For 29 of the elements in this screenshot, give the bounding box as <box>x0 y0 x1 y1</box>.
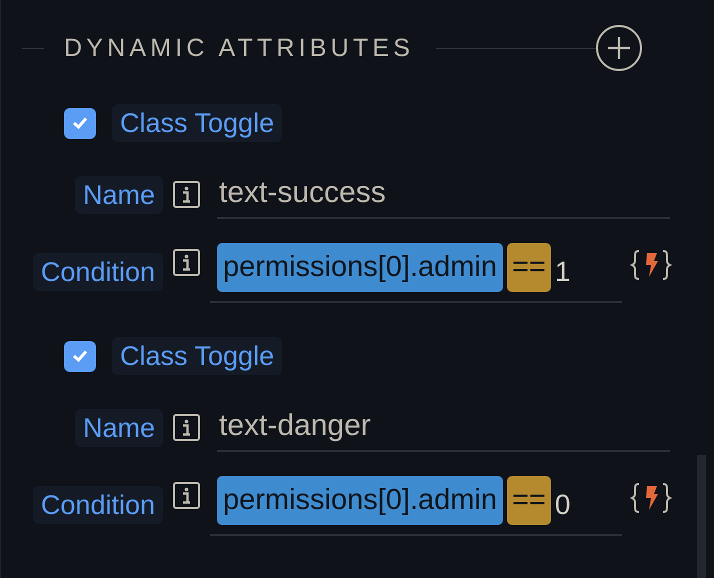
name-field[interactable]: text-danger <box>217 403 670 452</box>
condition-field[interactable]: permissions[0].admin == 0 <box>210 474 622 536</box>
braces-bolt-icon[interactable] <box>630 482 672 514</box>
field-label: Name <box>74 408 163 446</box>
info-icon[interactable] <box>173 482 200 509</box>
type-label: Class Toggle <box>112 104 282 142</box>
condition-field[interactable]: permissions[0].admin == 1 <box>210 241 622 303</box>
condition-value: 0 <box>554 488 570 522</box>
add-button[interactable] <box>596 25 642 71</box>
checkbox[interactable] <box>64 340 96 372</box>
variable-token: permissions[0].admin <box>217 242 503 292</box>
condition-value: 1 <box>554 255 570 289</box>
section-title: DYNAMIC ATTRIBUTES <box>64 36 414 60</box>
field-label: Condition <box>32 486 163 524</box>
variable-token: permissions[0].admin <box>217 476 503 524</box>
operator-token: == <box>507 242 551 292</box>
info-icon[interactable] <box>173 414 200 441</box>
plus-icon <box>606 35 632 61</box>
check-icon <box>72 349 88 363</box>
checkbox[interactable] <box>64 108 96 138</box>
info-icon[interactable] <box>173 181 200 208</box>
type-label: Class Toggle <box>112 337 282 375</box>
name-field[interactable]: text-success <box>217 170 670 219</box>
braces-bolt-icon[interactable] <box>630 249 672 281</box>
field-label: Name <box>74 176 163 214</box>
info-icon[interactable] <box>173 249 200 276</box>
operator-token: == <box>507 476 551 524</box>
field-label: Condition <box>32 253 163 291</box>
check-icon <box>72 116 88 130</box>
